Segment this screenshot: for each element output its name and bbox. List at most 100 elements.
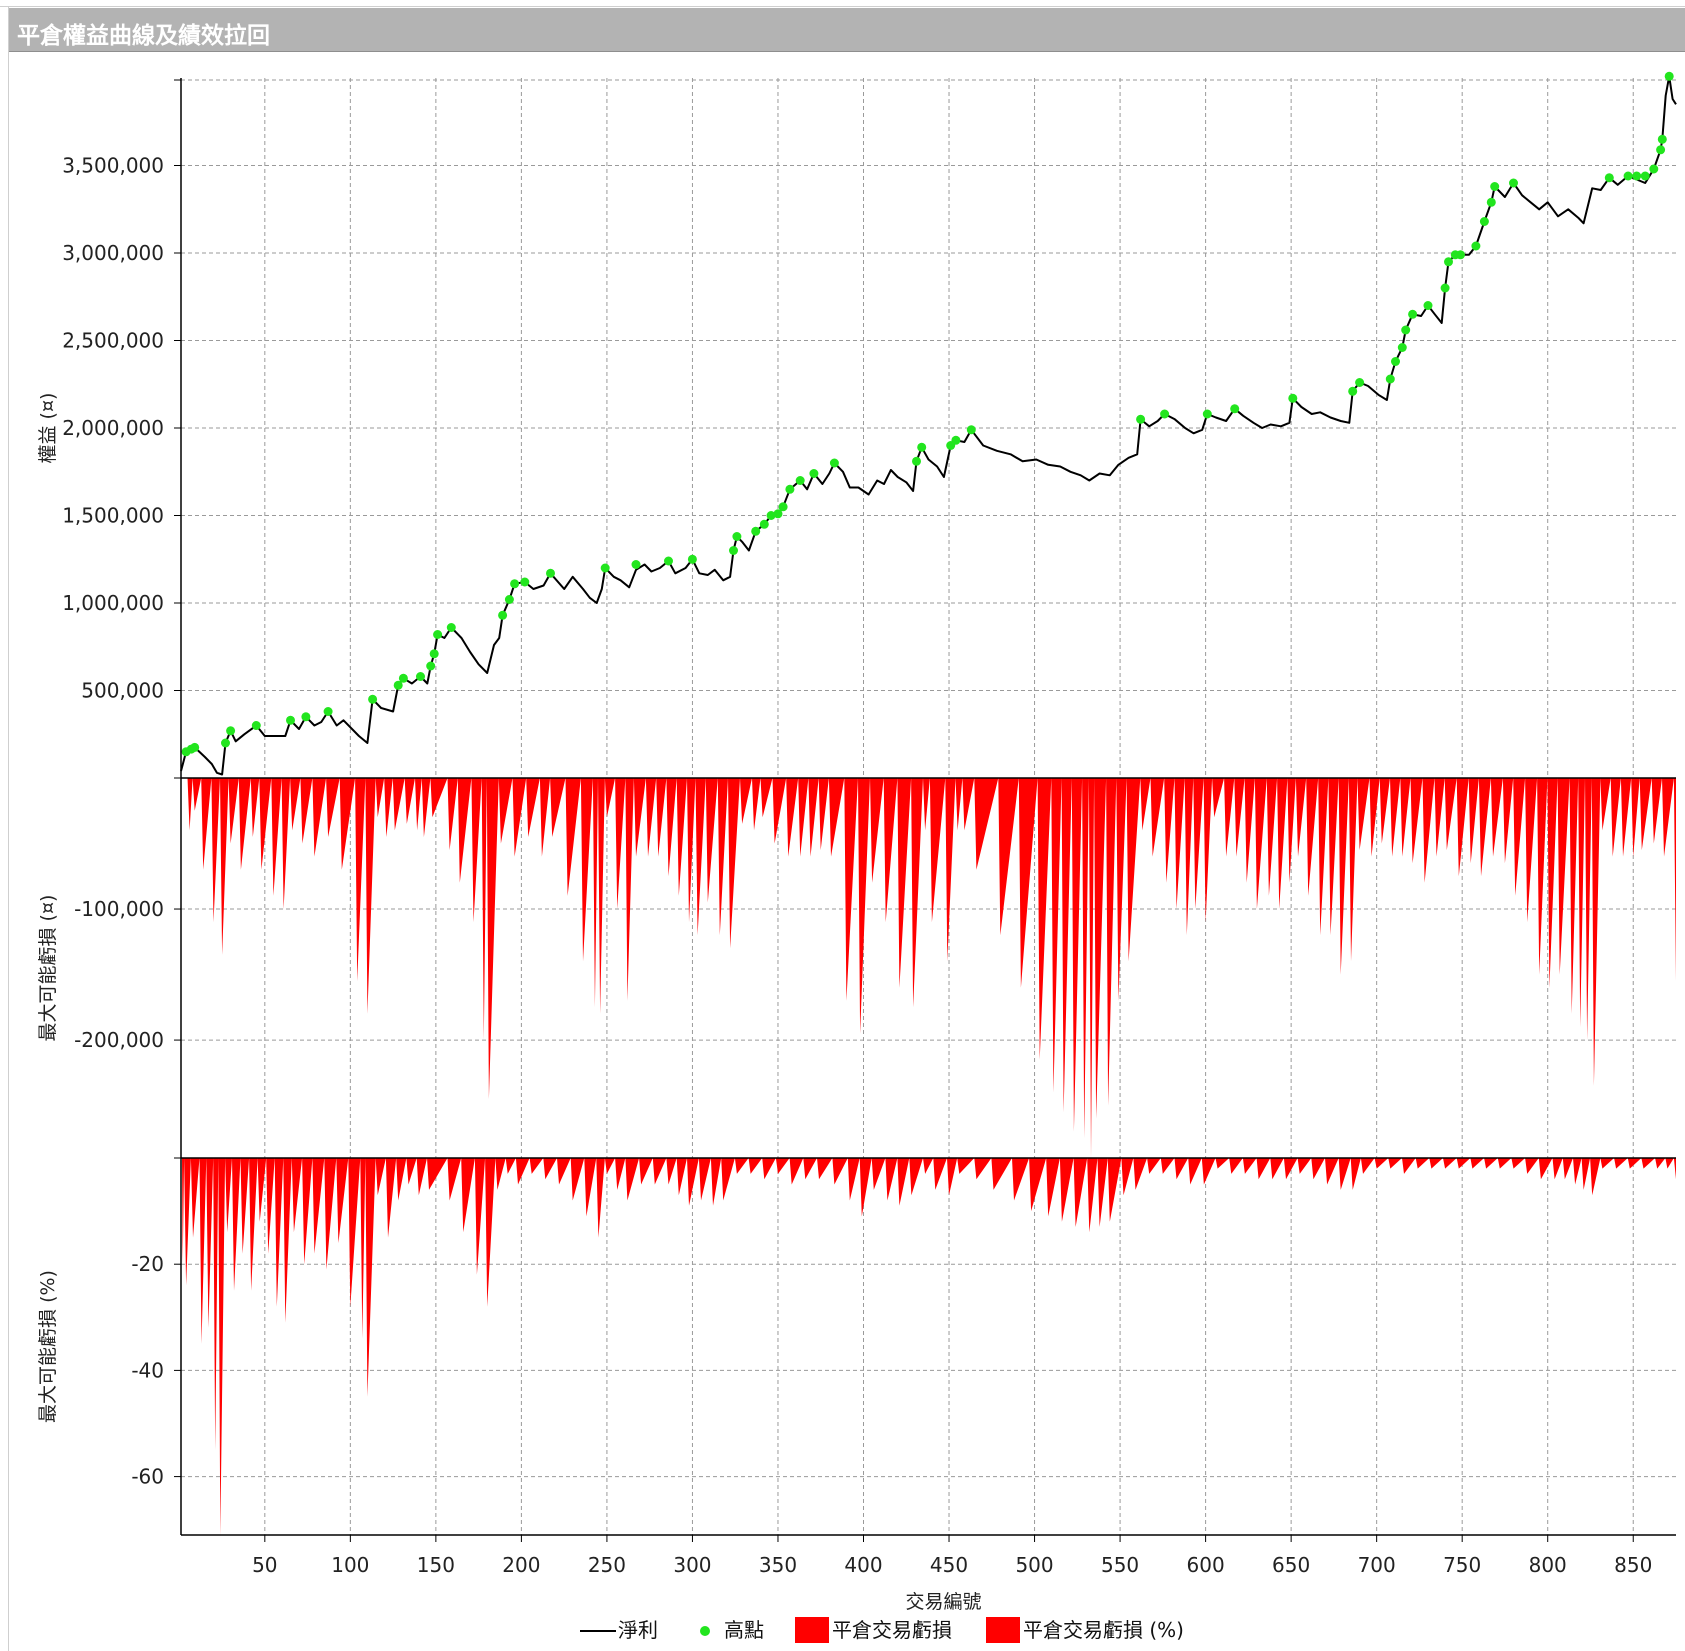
legend-swatch-dot xyxy=(700,1626,710,1636)
equity-high-dot xyxy=(446,623,456,632)
equity-high-dot xyxy=(951,435,961,445)
equity-high-dot xyxy=(1391,357,1400,366)
equity-high-dot xyxy=(1471,241,1481,251)
equity-high-dot xyxy=(829,458,839,468)
y-tick-label: -40 xyxy=(131,1358,164,1382)
equity-high-dot xyxy=(510,579,520,589)
legend-label: 平倉交易虧損 xyxy=(832,1618,952,1642)
x-tick-label: 850 xyxy=(1614,1553,1652,1577)
equity-high-dot xyxy=(809,469,819,478)
equity-high-dot xyxy=(966,425,976,435)
y-tick-label: -20 xyxy=(131,1252,164,1276)
equity-high-dot xyxy=(226,726,236,736)
equity-high-dot xyxy=(504,595,514,604)
legend: 淨利 高點 平倉交易虧損 平倉交易虧損 (%) xyxy=(580,1617,1184,1643)
drawdown-area-drawdown-amount xyxy=(181,778,1676,1158)
equity-high-dot xyxy=(498,610,508,620)
equity-line xyxy=(180,75,1677,776)
equity-high-dot xyxy=(520,577,530,587)
equity-high-dot xyxy=(687,554,697,564)
equity-high-dot xyxy=(221,738,230,748)
equity-high-dot xyxy=(1656,145,1666,155)
equity-high-dot xyxy=(1160,409,1170,419)
equity-high-dot xyxy=(286,715,295,725)
equity-high-dot xyxy=(1348,386,1358,396)
equity-line-layer xyxy=(180,75,1677,776)
x-axis-title: 交易編號 xyxy=(905,1591,981,1613)
equity-high-dot xyxy=(664,556,673,566)
x-tick-label: 300 xyxy=(673,1553,711,1577)
equity-high-dot xyxy=(1440,283,1450,293)
equity-high-dot xyxy=(433,630,443,639)
y-tick-label: 500,000 xyxy=(81,679,164,703)
y-tick-label: -60 xyxy=(131,1465,164,1489)
equity-high-dot xyxy=(1649,164,1659,174)
drawdown-area-drawdown-percent xyxy=(181,1158,1676,1535)
legend-label: 淨利 xyxy=(618,1618,658,1642)
equity-high-dot xyxy=(1490,182,1500,191)
x-tick-label: 250 xyxy=(588,1553,626,1577)
equity-high-dot xyxy=(795,476,805,485)
equity-high-dot xyxy=(751,526,761,536)
equity-high-dot xyxy=(1664,71,1674,81)
x-tick-label: 50 xyxy=(252,1553,277,1577)
y-tick-label: -100,000 xyxy=(74,897,164,921)
equity-high-dot xyxy=(1397,343,1407,352)
y-axis-title: 最大可能虧損 (%) xyxy=(37,1270,59,1423)
equity-high-dot xyxy=(1456,250,1465,260)
equity-high-dot xyxy=(778,502,788,512)
x-tick-label: 400 xyxy=(844,1553,882,1577)
y-axis-title: 最大可能虧損 (¤) xyxy=(37,895,59,1042)
equity-high-dot xyxy=(1479,217,1489,226)
equity-high-dot xyxy=(301,712,311,722)
equity-high-dot xyxy=(323,707,333,716)
equity-high-dot xyxy=(759,519,769,529)
equity-high-dot xyxy=(190,742,200,752)
equity-high-dot xyxy=(416,672,425,681)
equity-high-dot xyxy=(1509,178,1518,188)
x-tick-label: 800 xyxy=(1529,1553,1567,1577)
equity-high-dot xyxy=(429,649,439,659)
x-tick-label: 200 xyxy=(502,1553,540,1577)
equity-high-dot xyxy=(1657,134,1667,144)
equity-high-dot xyxy=(1444,257,1453,267)
x-tick-label: 500 xyxy=(1015,1553,1053,1577)
equity-high-dot xyxy=(1355,378,1365,387)
equity-high-dot xyxy=(426,661,436,671)
y-tick-label: 3,500,000 xyxy=(62,154,164,178)
equity-high-dot xyxy=(729,546,738,555)
equity-high-dot xyxy=(600,563,610,573)
equity-high-dot xyxy=(398,673,408,683)
x-tick-label: 650 xyxy=(1272,1553,1310,1577)
equity-high-dot xyxy=(1136,414,1146,424)
y-tick-label: 1,000,000 xyxy=(62,591,164,615)
equity-high-dot xyxy=(1623,171,1633,181)
equity-high-dot xyxy=(785,484,795,494)
x-tick-label: 450 xyxy=(930,1553,968,1577)
legend-label: 平倉交易虧損 (%) xyxy=(1023,1618,1184,1642)
x-tick-label: 350 xyxy=(759,1553,797,1577)
equity-highs-layer xyxy=(181,71,1674,757)
x-tick-label: 150 xyxy=(417,1553,455,1577)
y-tick-label: 3,000,000 xyxy=(62,241,164,265)
equity-high-dot xyxy=(1632,171,1642,181)
equity-high-dot xyxy=(732,532,742,541)
y-tick-label: 1,500,000 xyxy=(62,504,164,528)
x-tick-label: 600 xyxy=(1187,1553,1225,1577)
x-tick-label: 100 xyxy=(331,1553,369,1577)
legend-swatch-box xyxy=(795,1617,829,1643)
equity-high-dot xyxy=(631,560,641,569)
equity-high-dot xyxy=(1385,374,1395,384)
equity-high-dot xyxy=(1423,301,1433,310)
x-tick-label: 700 xyxy=(1358,1553,1396,1577)
axis-labels: 500,000 1,000,000 1,500,000 2,000,000 2,500,… xyxy=(37,154,1652,1614)
legend-label: 高點 xyxy=(724,1618,764,1642)
y-tick-label: 2,000,000 xyxy=(62,416,164,440)
equity-high-dot xyxy=(368,694,378,704)
equity-high-dot xyxy=(1401,325,1411,335)
equity-high-dot xyxy=(1408,309,1418,319)
equity-high-dot xyxy=(1604,173,1614,183)
y-tick-label: -200,000 xyxy=(74,1028,164,1052)
equity-high-dot xyxy=(1486,197,1496,207)
equity-high-dot xyxy=(1640,171,1650,181)
